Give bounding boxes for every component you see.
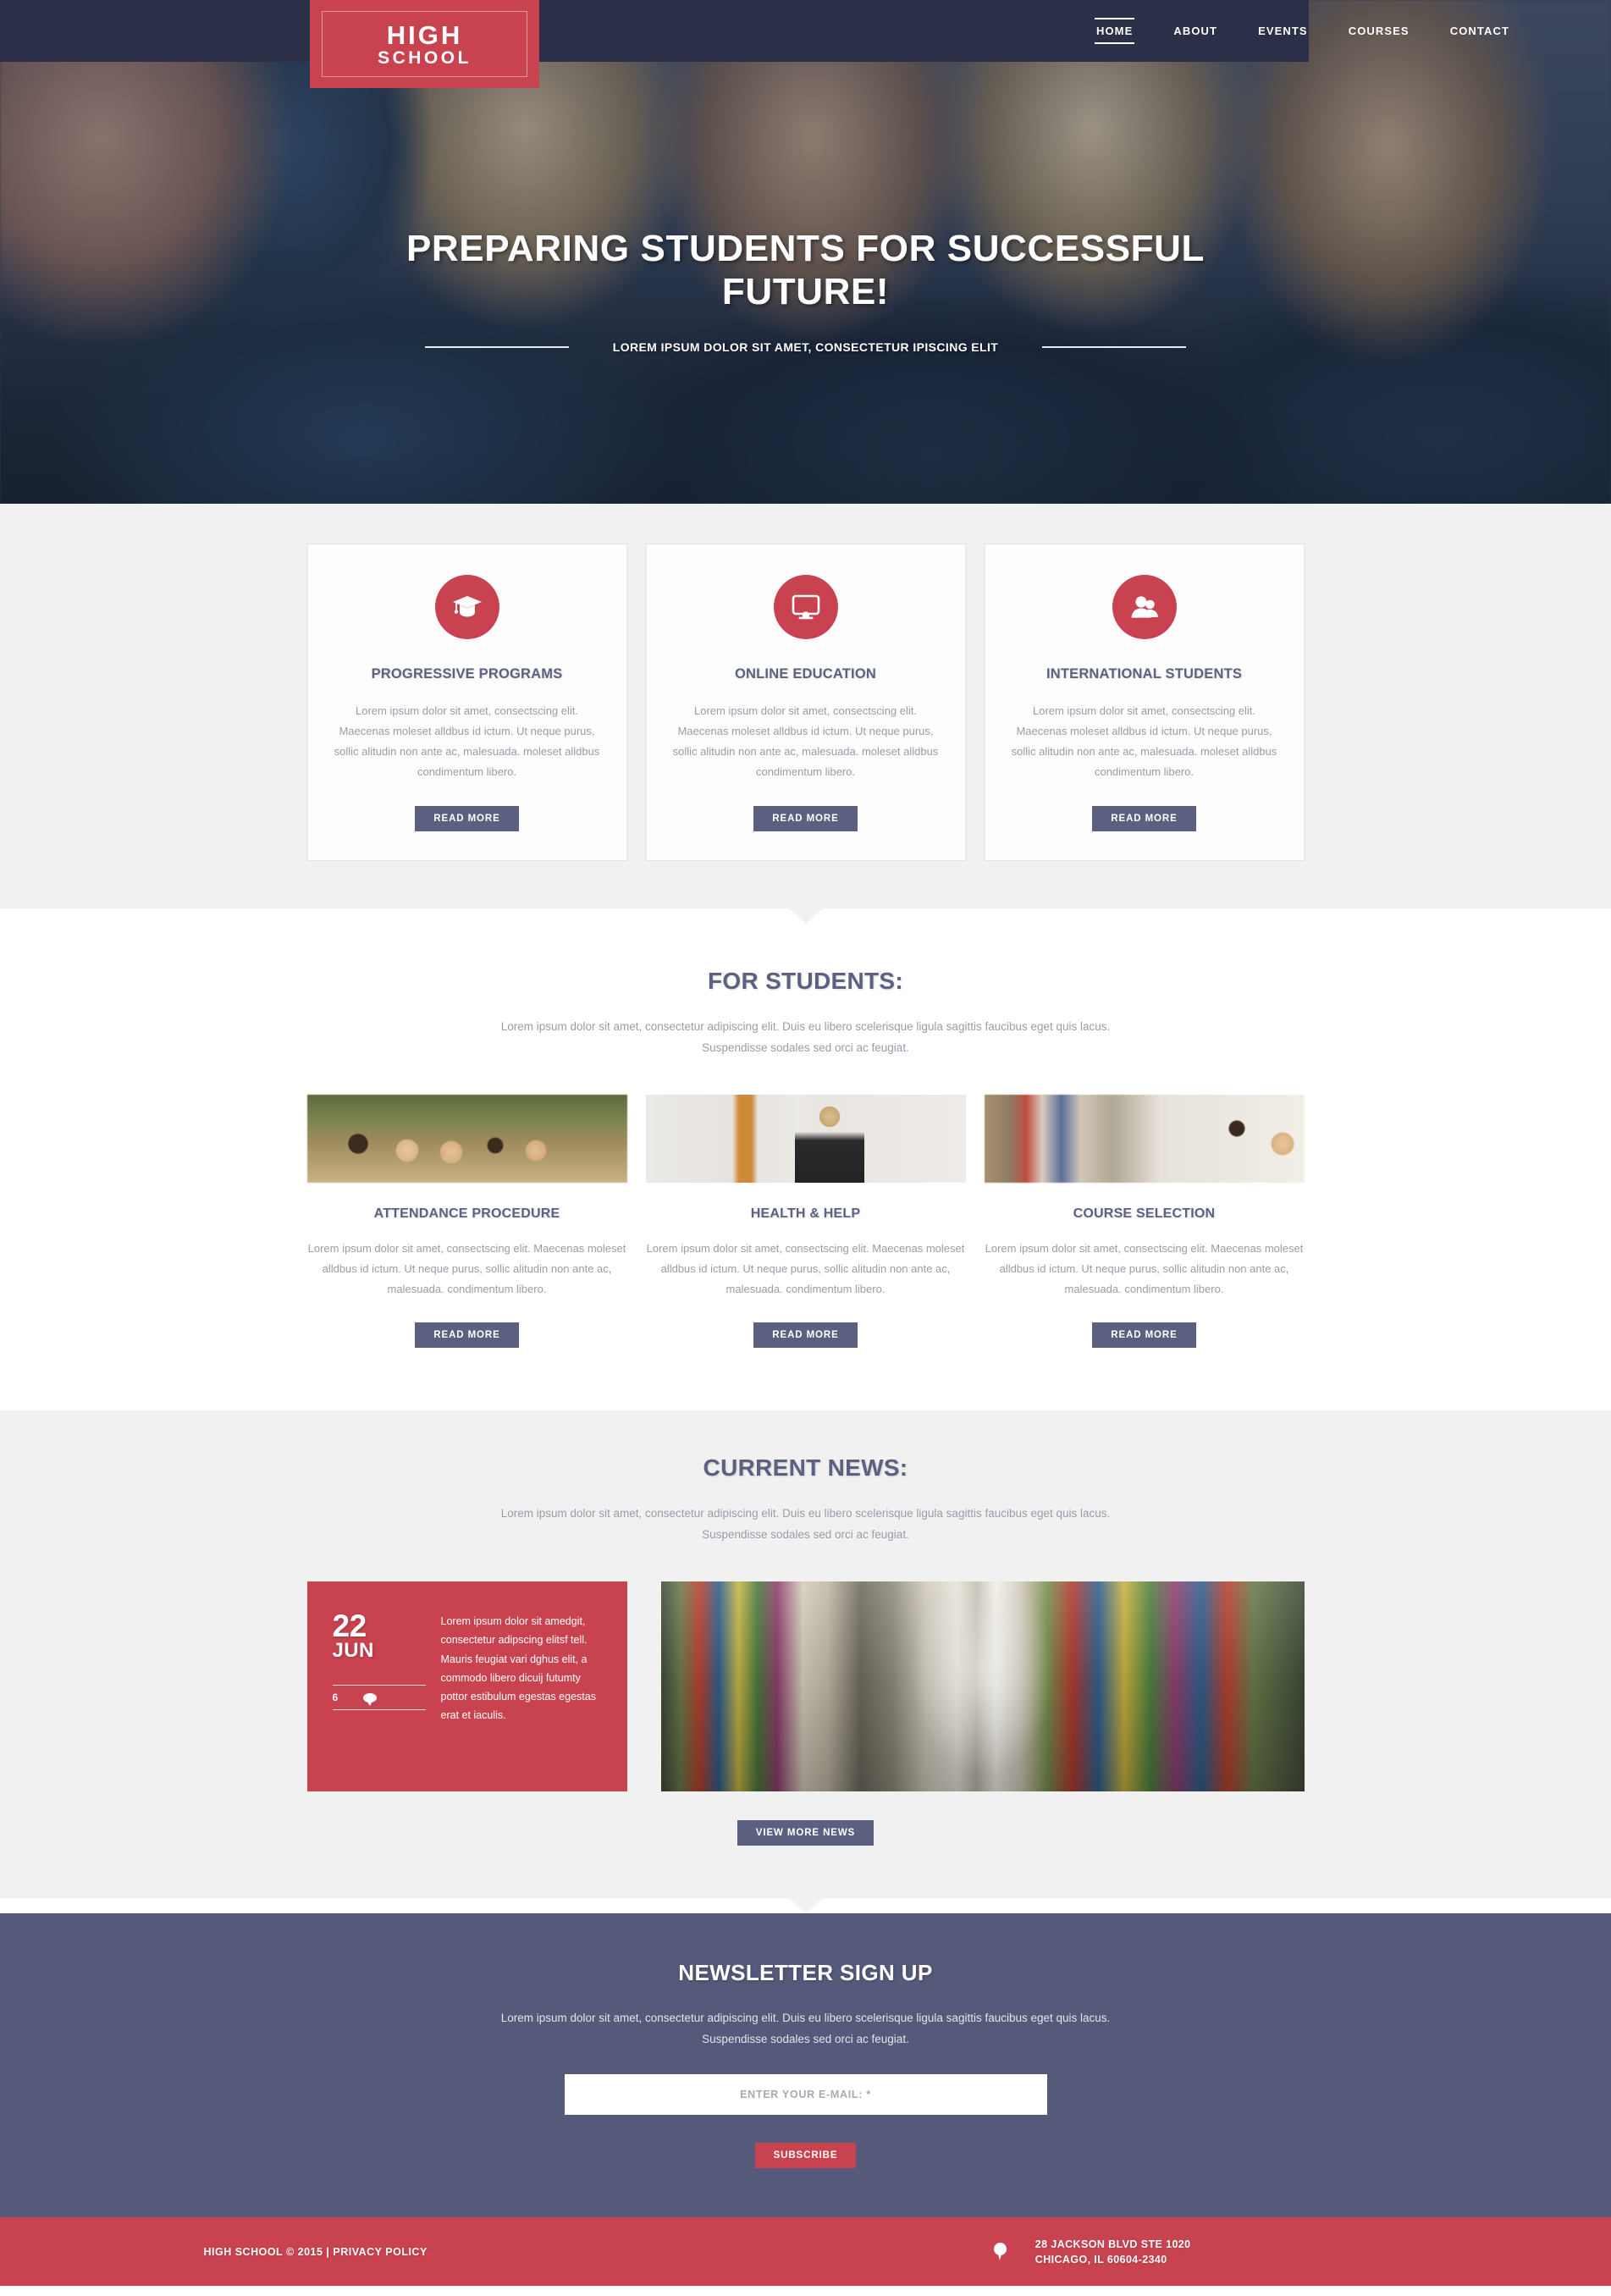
- hero-title: PREPARING STUDENTS FOR SUCCESSFUL FUTURE…: [406, 228, 1205, 313]
- feature-card[interactable]: PROGRESSIVE PROGRAMS Lorem ipsum dolor s…: [306, 544, 627, 862]
- feature-card-title: ONLINE EDUCATION: [735, 666, 876, 682]
- student-card[interactable]: ATTENDANCE PROCEDURE Lorem ipsum dolor s…: [306, 1095, 627, 1349]
- monitor-glyph: [792, 594, 819, 620]
- current-news-section: CURRENT NEWS: Lorem ipsum dolor sit amet…: [0, 1410, 1611, 1899]
- news-button-row: VIEW MORE NEWS: [307, 1820, 1305, 1846]
- footer-address-line2: CHICAGO, IL 60604-2340: [1034, 2253, 1167, 2266]
- student-lockers-photo: [645, 1095, 966, 1184]
- comment-count: 6: [332, 1692, 339, 1704]
- feature-card-title: INTERNATIONAL STUDENTS: [1045, 666, 1243, 682]
- footer-address: 28 JACKSON BLVD STE 1020 CHICAGO, IL 606…: [1035, 2237, 1191, 2267]
- student-card-text: Lorem ipsum dolor sit amet, consectscing…: [985, 1242, 1304, 1296]
- hero-subtitle: LOREM IPSUM DOLOR SIT AMET, CONSECTETUR …: [612, 340, 999, 355]
- hero-subtitle-row: LOREM IPSUM DOLOR SIT AMET, CONSECTETUR …: [0, 340, 1611, 354]
- newsletter-description: Lorem ipsum dolor sit amet, consectetur …: [500, 2012, 1111, 2046]
- student-card-title: HEALTH & HELP: [750, 1206, 861, 1222]
- graduation-cap-glyph: [452, 596, 482, 617]
- news-wrap: CURRENT NEWS: Lorem ipsum dolor sit amet…: [306, 1454, 1305, 1846]
- people-glyph: [1131, 596, 1158, 618]
- hero-banner: HIGH SCHOOL HOME ABOUT EVENTS COURSES CO…: [0, 0, 1611, 504]
- nav-item-about[interactable]: ABOUT: [1172, 19, 1219, 42]
- features-wrap: PROGRESSIVE PROGRAMS Lorem ipsum dolor s…: [306, 544, 1305, 862]
- feature-card-text: Lorem ipsum dolor sit amet, consectscing…: [334, 704, 600, 779]
- news-section-description: Lorem ipsum dolor sit amet, consectetur …: [500, 1507, 1111, 1542]
- logo-text-high: HIGH: [386, 19, 463, 50]
- student-card[interactable]: COURSE SELECTION Lorem ipsum dolor sit a…: [984, 1095, 1305, 1349]
- feature-card[interactable]: ONLINE EDUCATION Lorem ipsum dolor sit a…: [645, 544, 966, 862]
- student-card-text: Lorem ipsum dolor sit amet, consectscing…: [307, 1242, 626, 1296]
- for-students-section: FOR STUDENTS: Lorem ipsum dolor sit amet…: [0, 924, 1611, 1396]
- news-date-block: 22 JUN 6: [332, 1609, 426, 1766]
- news-month: JUN: [332, 1639, 374, 1663]
- news-item[interactable]: 22 JUN 6 Lorem ipsum dolor sit amedgit, …: [306, 1581, 627, 1792]
- student-card-title: ATTENDANCE PROCEDURE: [373, 1206, 560, 1222]
- student-card-title: COURSE SELECTION: [1073, 1206, 1216, 1222]
- section-divider-arrow: [788, 908, 823, 924]
- read-more-button[interactable]: READ MORE: [415, 806, 519, 832]
- students-section-description: Lorem ipsum dolor sit amet, consectetur …: [500, 1020, 1111, 1055]
- news-section-title: CURRENT NEWS:: [703, 1454, 908, 1482]
- library-couple-photo: [984, 1095, 1305, 1184]
- student-card[interactable]: HEALTH & HELP Lorem ipsum dolor sit amet…: [645, 1095, 966, 1349]
- student-card-text: Lorem ipsum dolor sit amet, consectscing…: [646, 1242, 965, 1296]
- read-more-button[interactable]: READ MORE: [415, 1322, 519, 1349]
- read-more-button[interactable]: READ MORE: [753, 806, 858, 832]
- hero-rule-left: [424, 346, 569, 349]
- footer-address-line1: 28 JACKSON BLVD STE 1020: [1034, 2238, 1191, 2250]
- page-root: HIGH SCHOOL HOME ABOUT EVENTS COURSES CO…: [0, 0, 1611, 2287]
- read-more-button[interactable]: READ MORE: [753, 1322, 858, 1349]
- section-divider-arrow: [788, 1395, 823, 1411]
- logo-text-school: SCHOOL: [378, 47, 472, 68]
- footer-address-block: 28 JACKSON BLVD STE 1020 CHICAGO, IL 606…: [993, 2237, 1191, 2267]
- news-meta: 6: [332, 1685, 426, 1711]
- student-card-list: ATTENDANCE PROCEDURE Lorem ipsum dolor s…: [306, 1095, 1305, 1349]
- news-item-text: Lorem ipsum dolor sit amedgit, consectet…: [440, 1615, 596, 1722]
- footer-inner: HIGH SCHOOL © 2015 | PRIVACY POLICY 28 J…: [152, 2237, 1460, 2267]
- location-pin-icon: [993, 2243, 1007, 2261]
- subscribe-button[interactable]: SUBSCRIBE: [754, 2143, 857, 2169]
- students-section-title: FOR STUDENTS:: [707, 968, 903, 995]
- comment-bubble-icon: [363, 1692, 378, 1706]
- feature-card[interactable]: INTERNATIONAL STUDENTS Lorem ipsum dolor…: [984, 544, 1305, 862]
- footer-copyright[interactable]: HIGH SCHOOL © 2015 | PRIVACY POLICY: [204, 2246, 428, 2258]
- nav-item-contact[interactable]: CONTACT: [1448, 19, 1511, 42]
- feature-card-title: PROGRESSIVE PROGRAMS: [371, 666, 563, 682]
- hero-rule-right: [1042, 346, 1187, 349]
- people-icon: [1112, 575, 1177, 639]
- newsletter-title: NEWSLETTER SIGN UP: [678, 1960, 933, 1986]
- library-shelves-photo: [660, 1581, 1305, 1792]
- main-navigation: HOME ABOUT EVENTS COURSES CONTACT: [1094, 0, 1611, 62]
- students-wrap: FOR STUDENTS: Lorem ipsum dolor sit amet…: [306, 968, 1305, 1349]
- feature-card-list: PROGRESSIVE PROGRAMS Lorem ipsum dolor s…: [306, 544, 1305, 862]
- view-more-news-button[interactable]: VIEW MORE NEWS: [737, 1820, 874, 1846]
- site-logo[interactable]: HIGH SCHOOL: [310, 0, 539, 88]
- newsletter-section: NEWSLETTER SIGN UP Lorem ipsum dolor sit…: [0, 1913, 1611, 2218]
- features-section: PROGRESSIVE PROGRAMS Lorem ipsum dolor s…: [0, 504, 1611, 909]
- news-row: 22 JUN 6 Lorem ipsum dolor sit amedgit, …: [306, 1581, 1305, 1792]
- newsletter-email-input[interactable]: [564, 2074, 1047, 2116]
- feature-card-text: Lorem ipsum dolor sit amet, consectscing…: [672, 704, 939, 779]
- monitor-icon: [773, 575, 838, 639]
- nav-item-courses[interactable]: COURSES: [1347, 19, 1411, 42]
- graduation-cap-icon: [434, 575, 499, 639]
- newsletter-button-row: SUBSCRIBE: [0, 2143, 1611, 2169]
- read-more-button[interactable]: READ MORE: [1092, 1322, 1196, 1349]
- logo-frame: HIGH SCHOOL: [322, 11, 527, 77]
- site-footer: HIGH SCHOOL © 2015 | PRIVACY POLICY 28 J…: [0, 2217, 1611, 2287]
- section-divider-arrow: [788, 1898, 823, 1914]
- news-day: 22: [332, 1609, 367, 1644]
- feature-card-text: Lorem ipsum dolor sit amet, consectscing…: [1011, 704, 1277, 779]
- nav-item-events[interactable]: EVENTS: [1256, 19, 1310, 42]
- read-more-button[interactable]: READ MORE: [1092, 806, 1196, 832]
- students-group-photo: [306, 1095, 627, 1184]
- nav-item-home[interactable]: HOME: [1094, 18, 1135, 44]
